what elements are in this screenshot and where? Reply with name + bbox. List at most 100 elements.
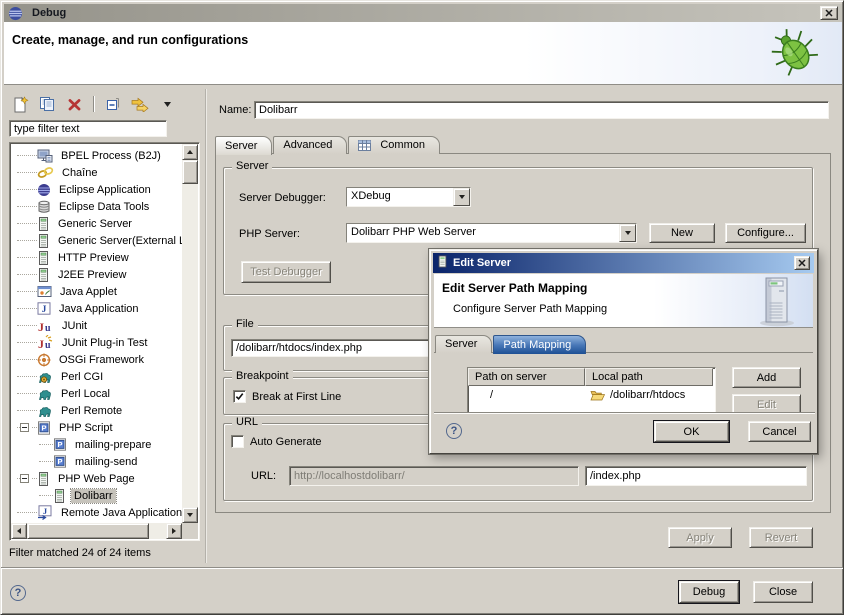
- tree-item-label: PHP Web Page: [55, 472, 138, 486]
- collapse-all-icon[interactable]: [104, 95, 122, 113]
- svg-text:J: J: [38, 337, 44, 350]
- delete-icon[interactable]: [65, 95, 83, 113]
- scroll-down-button[interactable]: [182, 507, 198, 523]
- php-script-icon: P: [37, 421, 51, 435]
- tree-horizontal-scrollbar[interactable]: [11, 523, 182, 539]
- tree-item-dolibarr[interactable]: Dolibarr: [11, 487, 182, 504]
- server-group-legend: Server: [232, 160, 272, 172]
- config-tree-box: BPEL Process (B2J)ChaîneEclipse Applicat…: [9, 142, 200, 541]
- tree-item-generic-server[interactable]: Generic Server: [11, 215, 182, 232]
- tree-connector: [17, 376, 37, 377]
- close-icon[interactable]: [794, 256, 810, 270]
- tree-item-osgi-framework[interactable]: OSGi Framework: [11, 351, 182, 368]
- filter-input[interactable]: [9, 120, 167, 137]
- tree-item-label: mailing-prepare: [72, 438, 154, 452]
- dialog-title-bar[interactable]: Edit Server: [433, 253, 814, 273]
- tree-item-j2ee-preview[interactable]: J2EE Preview: [11, 266, 182, 283]
- chevron-down-icon[interactable]: [619, 224, 636, 242]
- dialog-tab-path-mapping[interactable]: Path Mapping: [493, 335, 586, 354]
- close-button[interactable]: Close: [753, 581, 813, 603]
- tree-item-http-preview[interactable]: HTTP Preview: [11, 249, 182, 266]
- tab-label: Server: [445, 338, 477, 350]
- filter-icon[interactable]: [131, 95, 149, 113]
- php-server-label: PHP Server:: [239, 228, 300, 240]
- collapse-expander-icon[interactable]: [20, 474, 29, 483]
- tree-item-php-web-page[interactable]: PHP Web Page: [11, 470, 182, 487]
- test-debugger-button[interactable]: Test Debugger: [241, 261, 331, 283]
- tree-item-mailing-prepare[interactable]: Pmailing-prepare: [11, 436, 182, 453]
- apply-button[interactable]: Apply: [668, 527, 732, 548]
- scroll-right-button[interactable]: [166, 523, 182, 539]
- tree-item-eclipse-data-tools[interactable]: Eclipse Data Tools: [11, 198, 182, 215]
- junit-icon: Ju: [37, 319, 54, 333]
- column-header-path-on-server[interactable]: Path on server: [468, 368, 585, 386]
- tree-connector: [39, 461, 53, 462]
- perl-icon: [37, 404, 53, 417]
- footer-separator: [1, 567, 844, 569]
- configure-button[interactable]: Configure...: [725, 223, 806, 243]
- path-mapping-table[interactable]: Path on serverLocal path//dolibarr/htdoc…: [467, 367, 716, 413]
- debug-button[interactable]: Debug: [679, 581, 739, 603]
- tree-item-java-applet[interactable]: Java Applet: [11, 283, 182, 300]
- tab-common[interactable]: Common: [348, 136, 440, 154]
- collapse-expander-icon[interactable]: [20, 423, 29, 432]
- tree-item-label: Perl CGI: [58, 370, 106, 384]
- tree-item-label: Perl Local: [58, 387, 113, 401]
- tab-advanced[interactable]: Advanced: [273, 136, 347, 154]
- vertical-scroll-thumb[interactable]: [182, 160, 198, 184]
- tree-item-label: Eclipse Data Tools: [56, 200, 152, 214]
- horizontal-scroll-thumb[interactable]: [27, 523, 149, 539]
- tree-item-junit-plug-in-test[interactable]: JuJUnit Plug-in Test: [11, 334, 182, 351]
- ok-button[interactable]: OK: [654, 421, 729, 442]
- tree-item-php-script[interactable]: PPHP Script: [11, 419, 182, 436]
- break-first-line-checkbox[interactable]: [233, 390, 246, 403]
- eclipse-icon: [8, 6, 23, 21]
- tree-connector: [17, 206, 37, 207]
- column-header-local-path[interactable]: Local path: [585, 368, 713, 386]
- tree-item-junit[interactable]: JuJUnit: [11, 317, 182, 334]
- scroll-up-button[interactable]: [182, 144, 198, 160]
- tree-item-perl-local[interactable]: Perl Local: [11, 385, 182, 402]
- tab-server[interactable]: Server: [215, 136, 272, 155]
- chevron-down-icon[interactable]: [453, 188, 470, 206]
- url-input[interactable]: [289, 466, 579, 486]
- menu-caret-icon[interactable]: [158, 95, 176, 113]
- cell-local-path: /dolibarr/htdocs: [585, 386, 713, 403]
- table-row[interactable]: //dolibarr/htdocs: [468, 386, 715, 403]
- tree-item-bpel-process-b2j[interactable]: BPEL Process (B2J): [11, 147, 182, 164]
- php-server-select[interactable]: Dolibarr PHP Web Server: [346, 223, 637, 243]
- server-debugger-select[interactable]: XDebug: [346, 187, 471, 207]
- url-path-input[interactable]: [585, 466, 807, 486]
- new-config-icon[interactable]: [11, 95, 29, 113]
- table-icon: [358, 140, 371, 151]
- cancel-button[interactable]: Cancel: [748, 421, 811, 442]
- auto-generate-checkbox[interactable]: [231, 435, 244, 448]
- tree-item-label: Java Applet: [57, 285, 120, 299]
- tree-item-perl-remote[interactable]: Perl Remote: [11, 402, 182, 419]
- tree-vertical-scrollbar[interactable]: [182, 144, 198, 523]
- panel-divider[interactable]: [205, 89, 206, 563]
- help-icon[interactable]: ?: [10, 585, 26, 601]
- add-button[interactable]: Add: [732, 367, 801, 388]
- duplicate-icon[interactable]: [38, 95, 56, 113]
- title-bar[interactable]: Debug: [4, 4, 842, 22]
- scroll-left-button[interactable]: [11, 523, 27, 539]
- tree-item-cha-ne[interactable]: Chaîne: [11, 164, 182, 181]
- tree-item-generic-server-external-la[interactable]: Generic Server(External La: [11, 232, 182, 249]
- close-icon[interactable]: [820, 6, 838, 20]
- help-icon[interactable]: ?: [446, 423, 462, 439]
- new-button[interactable]: New: [649, 223, 715, 243]
- tree-item-eclipse-application[interactable]: Eclipse Application: [11, 181, 182, 198]
- tree-item-java-application[interactable]: JJava Application: [11, 300, 182, 317]
- tree-connector: [39, 444, 53, 445]
- break-first-line-row[interactable]: Break at First Line: [233, 390, 341, 403]
- auto-generate-row[interactable]: Auto Generate: [231, 435, 322, 448]
- tree-item-mailing-send[interactable]: Pmailing-send: [11, 453, 182, 470]
- server-icon: [37, 251, 50, 265]
- tree-item-perl-cgi[interactable]: Perl CGI: [11, 368, 182, 385]
- tree-item-label: Generic Server(External La: [55, 234, 182, 248]
- tree-item-remote-java-application[interactable]: JRemote Java Application: [11, 504, 182, 521]
- revert-button[interactable]: Revert: [749, 527, 813, 548]
- dialog-tab-server[interactable]: Server: [435, 335, 492, 353]
- name-input[interactable]: [254, 101, 829, 119]
